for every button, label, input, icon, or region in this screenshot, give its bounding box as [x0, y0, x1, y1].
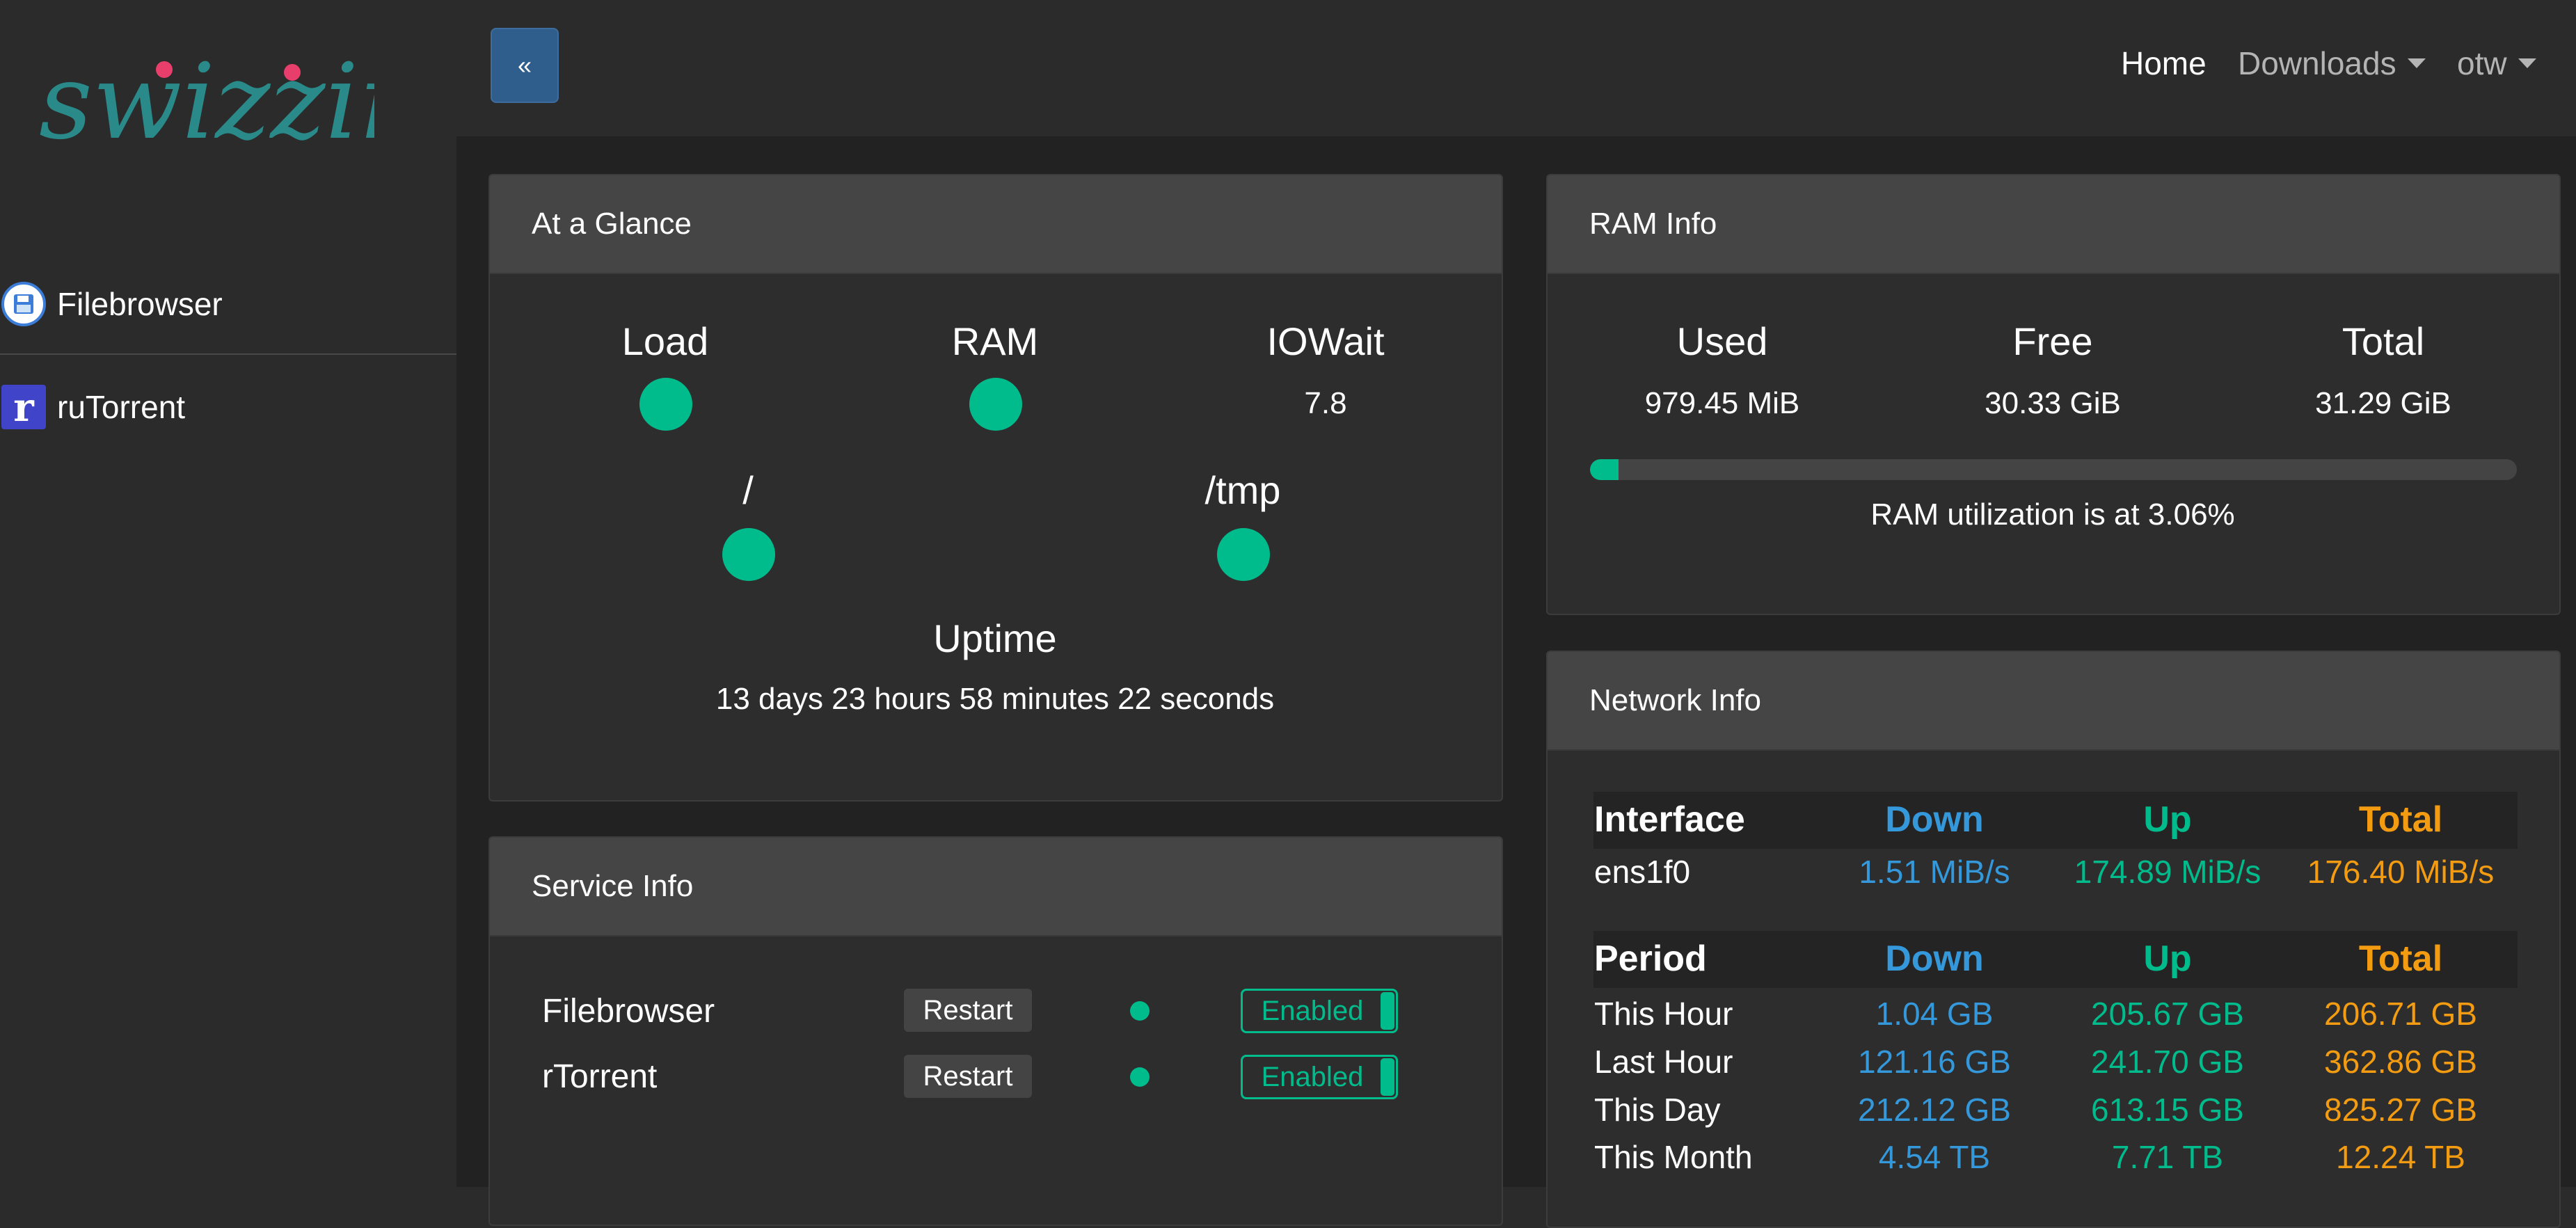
ram-status-dot [969, 378, 1022, 431]
period-total: 362.86 GB [2324, 1044, 2477, 1080]
nav-downloads-label: Downloads [2238, 45, 2396, 81]
period-total: 206.71 GB [2324, 996, 2477, 1032]
iowait-label: IOWait [1266, 319, 1385, 363]
sidebar-item-filebrowser[interactable]: Filebrowser [0, 253, 456, 355]
tmp-disk-status-dot [1217, 528, 1270, 581]
period-label: This Hour [1594, 996, 1733, 1032]
sidebar-item-label: ruTorrent [57, 389, 186, 425]
ram-used-label: Used [1676, 319, 1768, 363]
sidebar: swizzin Filebrowser r ruTorrent [0, 0, 456, 1187]
nav-home[interactable]: Home [2121, 45, 2207, 82]
load-status-dot [639, 378, 692, 431]
iowait-value: 7.8 [1304, 386, 1347, 420]
period-total-header: Total [2358, 939, 2443, 979]
ram-utilization-text: RAM utilization is at 3.06% [1870, 497, 2235, 532]
toggle-knob [1381, 1058, 1394, 1096]
network-card-title: Network Info [1548, 652, 2559, 751]
root-disk-status-dot [722, 528, 775, 581]
period-label: Last Hour [1594, 1044, 1733, 1080]
ram-label: RAM [951, 319, 1039, 363]
period-down: 212.12 GB [1858, 1092, 2011, 1128]
sidebar-collapse-button[interactable]: « [491, 28, 559, 103]
service-card-title: Service Info [490, 838, 1502, 936]
interface-total: 176.40 MiB/s [2307, 854, 2495, 890]
svg-text:r: r [13, 385, 35, 429]
interface-header: Interface [1594, 799, 1745, 840]
period-down-header: Down [1885, 939, 1984, 979]
period-total: 825.27 GB [2324, 1092, 2477, 1128]
toggle-label: Enabled [1261, 1061, 1364, 1092]
toggle-knob [1381, 992, 1394, 1030]
glance-card-title: At a Glance [490, 175, 1502, 274]
period-down: 121.16 GB [1858, 1044, 2011, 1080]
interface-up: 174.89 MiB/s [2074, 854, 2261, 890]
period-up: 613.15 GB [2091, 1092, 2244, 1128]
root-disk-label: / [742, 468, 754, 512]
ram-free-value: 30.33 GiB [1985, 386, 2121, 420]
interface-name: ens1f0 [1594, 854, 1691, 890]
rutorrent-r-icon: r [1, 385, 46, 429]
nav-user-label: otw [2457, 45, 2507, 81]
period-up: 205.67 GB [2091, 996, 2244, 1032]
sidebar-item-rutorrent[interactable]: r ruTorrent [0, 356, 456, 458]
ram-progress-fill [1590, 459, 1619, 480]
restart-filebrowser-button[interactable]: Restart [904, 989, 1032, 1032]
chevron-down-icon [2518, 58, 2536, 68]
nav-user-dropdown[interactable]: otw [2457, 45, 2536, 82]
sidebar-item-label: Filebrowser [57, 286, 223, 322]
ram-card-title: RAM Info [1548, 175, 2559, 274]
filebrowser-enabled-toggle[interactable]: Enabled [1241, 989, 1398, 1033]
period-label: This Day [1594, 1092, 1721, 1128]
down-header: Down [1885, 799, 1984, 840]
period-up-header: Up [2143, 939, 2192, 979]
rtorrent-enabled-toggle[interactable]: Enabled [1241, 1055, 1398, 1099]
period-up: 7.71 TB [2111, 1139, 2224, 1175]
ram-used-value: 979.45 MiB [1644, 386, 1800, 420]
period-total: 12.24 TB [2336, 1139, 2465, 1175]
toggle-label: Enabled [1261, 995, 1364, 1026]
service-name-rtorrent: rTorrent [542, 1058, 658, 1095]
period-header: Period [1594, 939, 1707, 979]
up-header: Up [2143, 799, 2192, 840]
period-up: 241.70 GB [2091, 1044, 2244, 1080]
ram-total-value: 31.29 GiB [2315, 386, 2451, 420]
total-header: Total [2358, 799, 2443, 840]
chevron-down-icon [2407, 58, 2426, 68]
uptime-value: 13 days 23 hours 58 minutes 22 seconds [715, 682, 1275, 716]
load-label: Load [621, 319, 709, 363]
topbar: « Home Downloads otw [456, 0, 2576, 136]
period-down: 1.04 GB [1875, 996, 1994, 1032]
restart-rtorrent-button[interactable]: Restart [904, 1055, 1032, 1098]
floppy-disk-icon [1, 282, 46, 326]
filebrowser-status-dot [1130, 1001, 1150, 1021]
ram-free-label: Free [2012, 319, 2093, 363]
ram-total-label: Total [2342, 319, 2425, 363]
ram-progress-bar [1590, 459, 2517, 480]
logo-text: swizzin [39, 54, 374, 163]
period-down: 4.54 TB [1878, 1139, 1991, 1175]
interface-down: 1.51 MiB/s [1859, 854, 2010, 890]
period-label: This Month [1594, 1139, 1753, 1175]
sidebar-divider [0, 353, 456, 355]
uptime-label: Uptime [933, 616, 1057, 660]
rtorrent-status-dot [1130, 1067, 1150, 1087]
nav-downloads-dropdown[interactable]: Downloads [2238, 45, 2426, 82]
service-name-filebrowser: Filebrowser [542, 993, 715, 1030]
swizzin-logo[interactable]: swizzin [33, 54, 374, 193]
tmp-disk-label: /tmp [1204, 468, 1281, 512]
